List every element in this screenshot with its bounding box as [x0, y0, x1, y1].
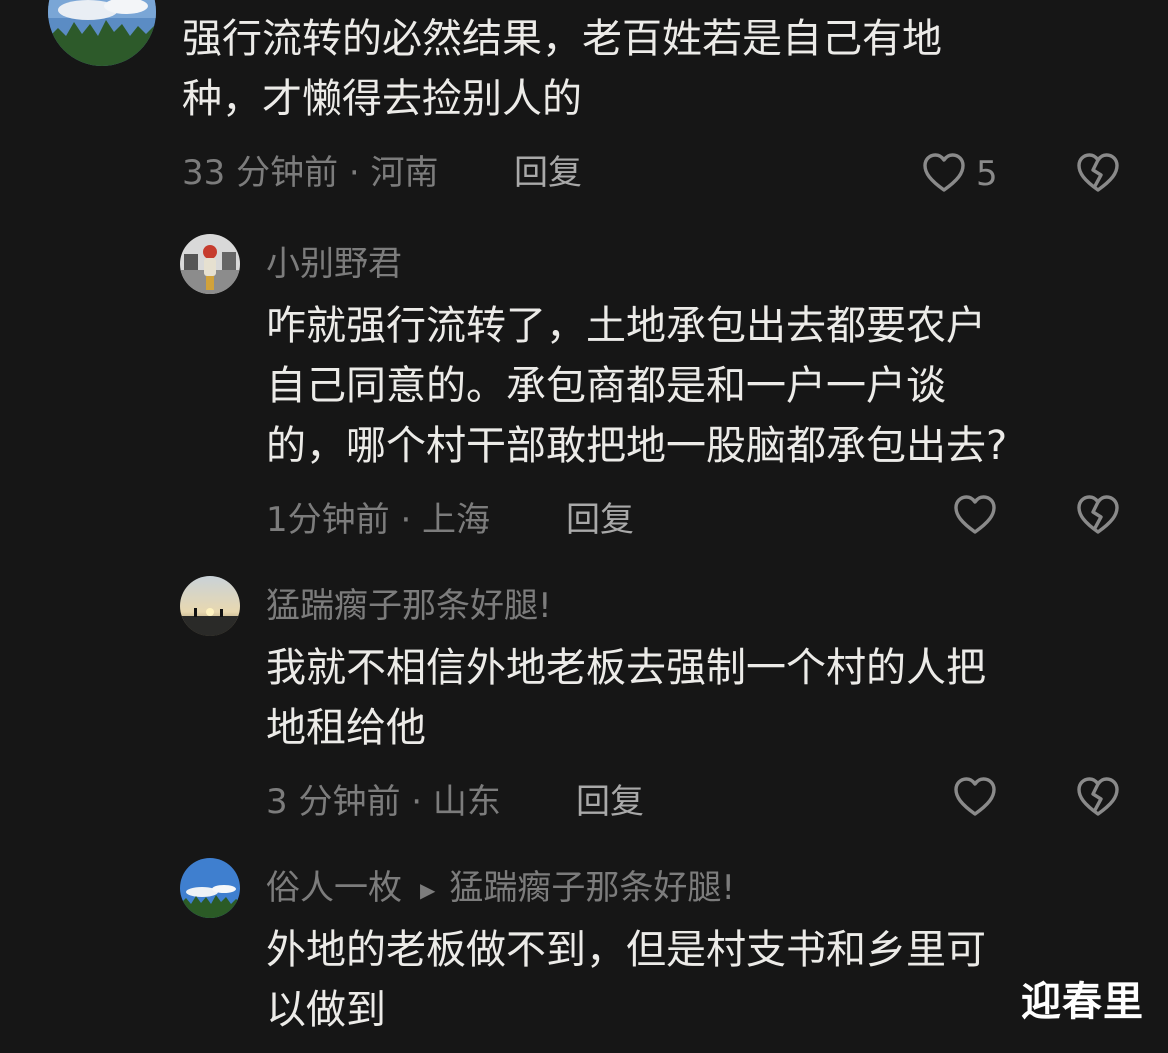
username[interactable]: 猛踹瘸子那条好腿!	[266, 586, 552, 626]
heart-outline-icon[interactable]	[953, 776, 997, 822]
triangle-right-icon: ▶	[420, 877, 436, 902]
username[interactable]: 俗人一枚 ▶ 猛踹瘸子那条好腿!	[266, 868, 735, 910]
comment-text: 强行流转的必然结果，老百姓若是自己有地 种，才懒得去捡别人的	[182, 16, 942, 122]
reply-to-username[interactable]: 猛踹瘸子那条好腿!	[449, 868, 735, 908]
comment-meta: 33 分钟前 · 河南	[182, 153, 439, 193]
avatar[interactable]	[180, 858, 240, 918]
like-count: 5	[976, 154, 998, 194]
reply-button[interactable]: 回复	[514, 153, 582, 193]
avatar[interactable]	[48, 0, 156, 66]
comment-text: 咋就强行流转了，土地承包出去都要农户 自己同意的。承包商都是和一户一户谈 的，哪…	[266, 303, 1008, 469]
username[interactable]: 小别野君	[266, 244, 402, 284]
broken-heart-icon[interactable]	[1076, 152, 1120, 198]
reply-button[interactable]: 回复	[566, 500, 634, 540]
avatar[interactable]	[180, 234, 240, 294]
heart-outline-icon[interactable]	[953, 494, 997, 540]
comment-meta: 3 分钟前 · 山东	[266, 782, 501, 822]
broken-heart-icon[interactable]	[1076, 776, 1120, 822]
watermark: 迎春里	[1021, 979, 1144, 1025]
avatar[interactable]	[180, 576, 240, 636]
broken-heart-icon[interactable]	[1076, 494, 1120, 540]
username-label[interactable]: 俗人一枚	[266, 868, 402, 908]
comment-meta: 1分钟前 · 上海	[266, 500, 491, 540]
comment-text: 我就不相信外地老板去强制一个村的人把 地租给他	[266, 645, 986, 751]
reply-button[interactable]: 回复	[576, 782, 644, 822]
comment-text: 外地的老板做不到，但是村支书和乡里可 以做到	[266, 927, 986, 1033]
heart-outline-icon[interactable]	[922, 152, 966, 198]
